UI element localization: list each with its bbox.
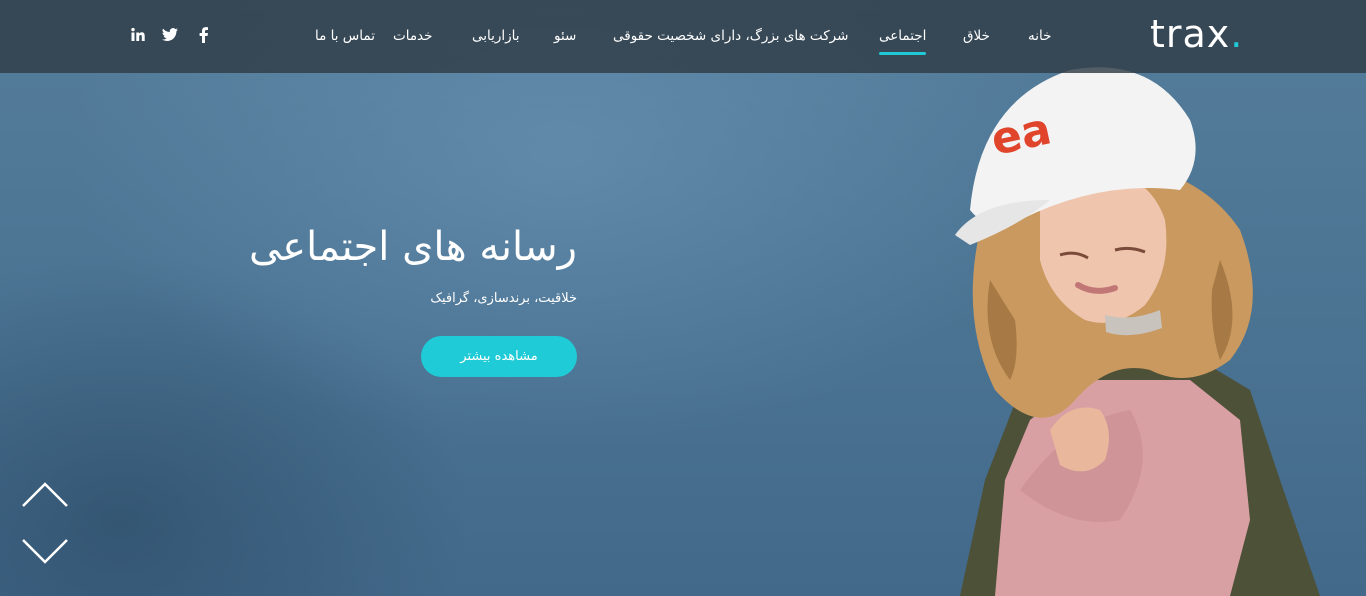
chevron-up-icon[interactable] — [21, 480, 69, 510]
nav-item-creative[interactable]: خلاق — [963, 26, 990, 46]
logo-dot: . — [1230, 12, 1244, 56]
twitter-icon[interactable] — [161, 26, 179, 44]
chevron-down-icon[interactable] — [21, 536, 69, 566]
nav-item-marketing[interactable]: بازاریابی — [472, 26, 520, 46]
hero-title: رسانه های اجتماعی — [248, 224, 577, 270]
nav-item-home[interactable]: خانه — [1028, 26, 1051, 46]
logo-text: trax — [1150, 12, 1231, 56]
top-navigation-bar: trax. خانه خلاق اجتماعی شرکت های بزرگ، د… — [0, 0, 1366, 73]
view-more-button[interactable]: مشاهده بیشتر — [421, 336, 577, 377]
linkedin-icon[interactable] — [129, 26, 147, 44]
nav-item-social[interactable]: اجتماعی — [879, 26, 927, 55]
nav-item-seo[interactable]: سئو — [554, 26, 576, 46]
hero-subtitle: خلاقیت، برندسازی، گرافیک — [430, 291, 577, 306]
hero-model-image: ea — [955, 67, 1320, 596]
nav-item-enterprise[interactable]: شرکت های بزرگ، دارای شخصیت حقوقی — [613, 26, 848, 46]
facebook-icon[interactable] — [195, 26, 213, 44]
nav-item-services[interactable]: خدمات — [393, 26, 433, 46]
nav-item-contact[interactable]: تماس با ما — [315, 26, 375, 46]
site-logo[interactable]: trax. — [1150, 12, 1243, 56]
